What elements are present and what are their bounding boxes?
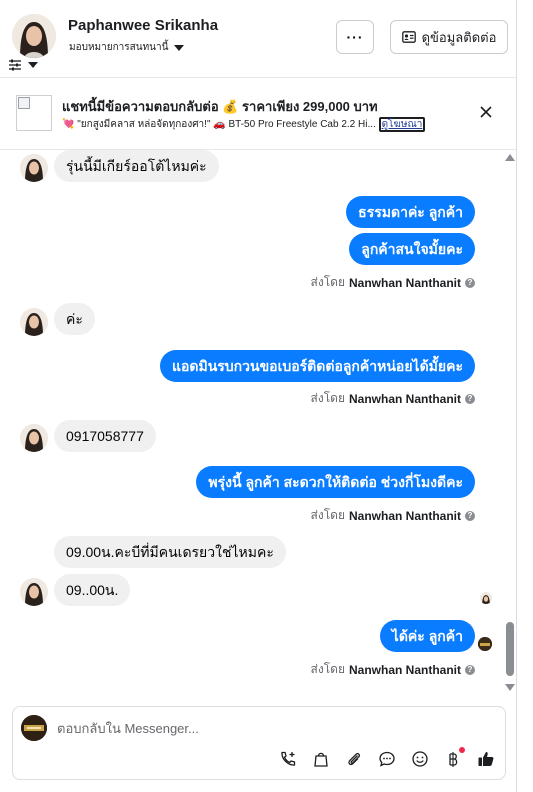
help-icon[interactable]: ? [465, 510, 475, 521]
sent-by-name: Nanwhan Nanthanit [348, 275, 461, 290]
message-bubble-outgoing[interactable]: ลูกค้าสนใจมั้ยคะ [349, 233, 475, 265]
close-icon[interactable] [478, 104, 494, 120]
contact-avatar-small [20, 578, 48, 606]
payment-button[interactable] [443, 747, 465, 768]
message-bubble-incoming[interactable]: 09.00น.คะบีที่มีคนเดรยวใช่ไหมคะ [54, 536, 286, 568]
view-contact-details-button[interactable]: ดูข้อมูลติดต่อ [390, 20, 508, 54]
message-thread[interactable]: รุ่นนี้มีเกียร์ออโต้ไหมค่ะ ธรรมดาค่ะ ลูก… [0, 150, 517, 700]
sent-by-name: Nanwhan Nanthanit [348, 662, 461, 677]
chat-bubble-icon [378, 751, 395, 767]
message-bubble-outgoing[interactable]: พรุ่งนี้ ลูกค้า สะดวกให้ติดต่อ ช่วงกี่โม… [196, 466, 475, 498]
sent-by-name: Nanwhan Nanthanit [348, 391, 461, 406]
contact-avatar-small [20, 308, 48, 336]
message-bubble-incoming[interactable]: รุ่นนี้มีเกียร์ออโต้ไหมค่ะ [54, 150, 219, 182]
page-avatar-small [478, 637, 492, 651]
message-bubble-incoming[interactable]: 09..00น. [54, 574, 131, 606]
filter-settings-button[interactable] [8, 58, 38, 72]
notification-dot [459, 747, 465, 753]
sliders-icon [9, 59, 21, 71]
scroll-up-arrow[interactable] [505, 154, 515, 161]
sent-by-prefix: ส่งโดย [310, 508, 345, 522]
send-like-button[interactable] [476, 749, 495, 768]
chat-panel: Paphanwee Srikanha มอบหมายการสนทนานี้ ··… [0, 0, 517, 792]
chevron-down-icon [28, 62, 38, 68]
scroll-down-arrow[interactable] [505, 684, 515, 691]
sent-by-label: ส่งโดย Nanwhan Nanthanit ? [311, 660, 475, 679]
contact-avatar-small [20, 154, 48, 182]
assign-conversation-dropdown[interactable]: มอบหมายการสนทนานี้ [69, 40, 185, 55]
saved-replies-button[interactable] [377, 749, 396, 768]
attach-file-button[interactable] [344, 749, 363, 768]
conversation-header: Paphanwee Srikanha มอบหมายการสนทนานี้ ··… [0, 0, 517, 78]
smiley-icon [411, 750, 428, 767]
contact-avatar-small [20, 424, 48, 452]
message-bubble-outgoing[interactable]: ได้ค่ะ ลูกค้า [379, 620, 475, 652]
contact-name: Paphanwee Srikanha [68, 17, 219, 34]
emoji-button[interactable] [410, 749, 429, 768]
assign-label: มอบหมายการสนทนานี้ [69, 42, 169, 53]
view-ad-link[interactable]: ดูโฆษณา [378, 117, 426, 132]
sent-by-label: ส่งโดย Nanwhan Nanthanit ? [311, 389, 475, 408]
contact-card-icon [401, 31, 416, 43]
chevron-down-icon [174, 44, 185, 51]
message-bubble-outgoing[interactable]: แอดมินรบกวนขอเบอร์ติดต่อลูกค้าหน่อยได้มั… [159, 350, 475, 382]
composer-toolbar [278, 747, 495, 768]
ad-subtitle-line: 💘 "ยกสูงมีคลาส หล่อจัดทุกองศา!" 🚗 BT-50 … [62, 117, 426, 132]
sent-by-prefix: ส่งโดย [310, 391, 345, 405]
message-bubble-incoming[interactable]: ค่ะ [54, 303, 95, 335]
message-bubble-outgoing[interactable]: ธรรมดาค่ะ ลูกค้า [346, 196, 475, 228]
sent-by-label: ส่งโดย Nanwhan Nanthanit ? [311, 273, 475, 292]
page-avatar [21, 715, 47, 741]
help-icon[interactable]: ? [465, 664, 475, 675]
ad-subtitle: 💘 "ยกสูงมีคลาส หล่อจัดทุกองศา!" 🚗 BT-50 … [62, 119, 376, 130]
sent-by-name: Nanwhan Nanthanit [348, 508, 461, 523]
ad-title: แชทนี้มีข้อความตอบกลับต่อ 💰 ราคาเพียง 29… [62, 99, 378, 114]
thumbs-up-icon [478, 751, 493, 766]
call-request-button[interactable] [278, 749, 297, 768]
shop-button[interactable] [311, 749, 330, 768]
sent-by-prefix: ส่งโดย [310, 275, 345, 289]
ad-thumbnail-image [16, 95, 52, 131]
contact-avatar[interactable] [12, 14, 56, 58]
sent-by-prefix: ส่งโดย [310, 662, 345, 676]
paperclip-icon [347, 752, 360, 765]
ad-reply-banner: แชทนี้มีข้อความตอบกลับต่อ 💰 ราคาเพียง 29… [0, 79, 517, 150]
sent-by-label: ส่งโดย Nanwhan Nanthanit ? [311, 506, 475, 525]
seen-receipt-avatar [480, 592, 492, 604]
phone-plus-icon [280, 751, 295, 766]
message-bubble-incoming[interactable]: 0917058777 [54, 420, 156, 452]
message-composer [12, 706, 506, 780]
view-contact-details-label: ดูข้อมูลติดต่อ [421, 29, 497, 45]
help-icon[interactable]: ? [465, 277, 475, 288]
more-options-button[interactable]: ··· [336, 20, 374, 54]
baht-icon [448, 751, 457, 767]
reply-input[interactable] [57, 718, 477, 738]
scrollbar-thumb[interactable] [506, 622, 514, 676]
shopping-bag-icon [313, 752, 328, 767]
help-icon[interactable]: ? [465, 393, 475, 404]
